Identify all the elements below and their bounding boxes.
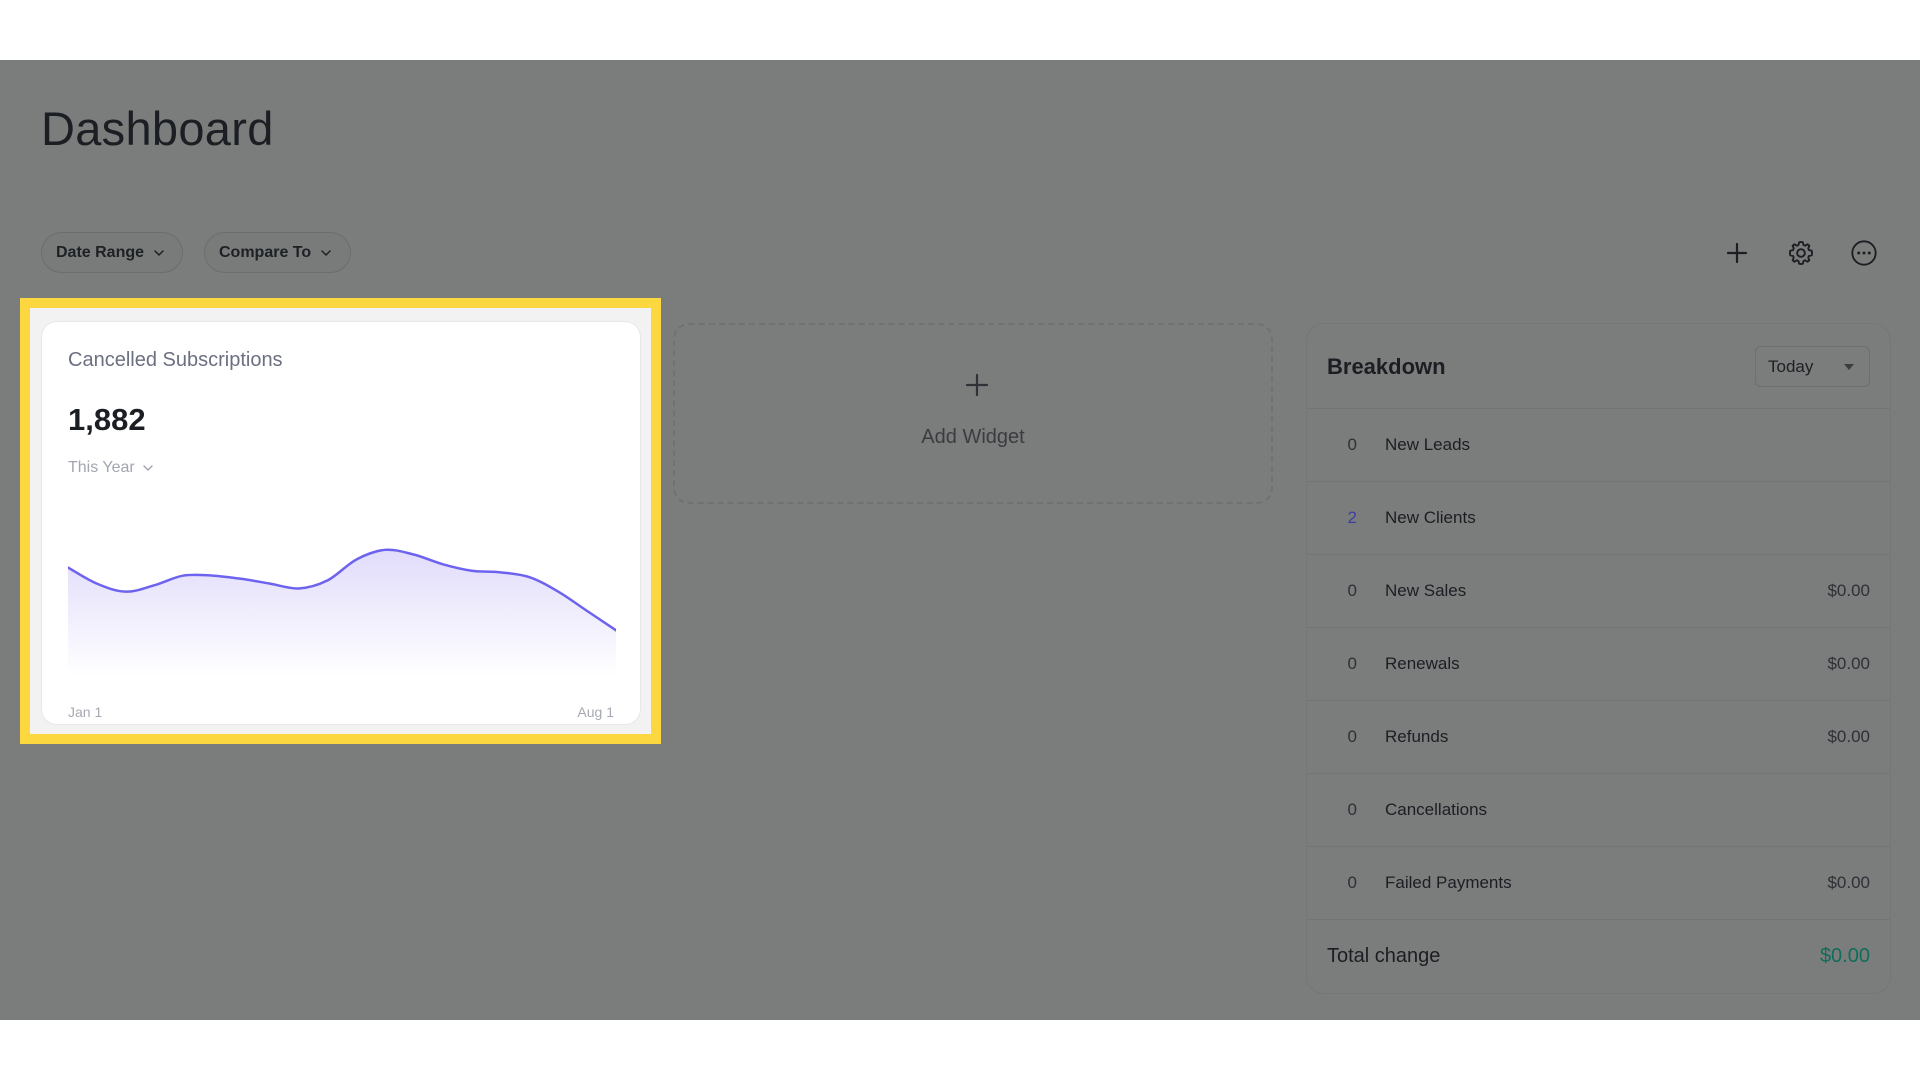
total-label: Total change xyxy=(1327,945,1441,967)
compare-to-filter[interactable]: Compare To xyxy=(204,232,351,273)
breakdown-header: Breakdown Today xyxy=(1307,324,1890,409)
breakdown-total: Total change $0.00 xyxy=(1307,921,1890,993)
breakdown-period-select[interactable]: Today xyxy=(1755,346,1870,387)
more-options-button[interactable] xyxy=(1847,236,1881,270)
widget-value: 1,882 xyxy=(68,402,146,437)
row-count: 0 xyxy=(1347,800,1357,819)
chevron-down-icon xyxy=(321,249,331,256)
compare-to-label: Compare To xyxy=(219,243,312,261)
add-button[interactable] xyxy=(1720,236,1754,270)
x-axis-start-label: Jan 1 xyxy=(68,704,103,720)
gear-icon xyxy=(1788,240,1814,266)
page-title: Dashboard xyxy=(41,102,274,155)
breakdown-row[interactable]: 0 Cancellations xyxy=(1307,774,1890,847)
caret-down-icon xyxy=(1844,364,1854,370)
period-label: This Year xyxy=(68,459,135,476)
row-count: 0 xyxy=(1347,435,1357,454)
date-range-filter[interactable]: Date Range xyxy=(41,232,183,273)
row-label: New Sales xyxy=(1385,581,1467,600)
row-label: Renewals xyxy=(1385,654,1460,673)
row-count: 2 xyxy=(1347,508,1357,527)
row-amount: $0.00 xyxy=(1827,581,1870,600)
row-count: 0 xyxy=(1347,727,1357,746)
breakdown-row[interactable]: 0 New Sales $0.00 xyxy=(1307,555,1890,628)
row-count: 0 xyxy=(1347,581,1357,600)
plus-icon xyxy=(965,373,989,397)
row-count: 0 xyxy=(1347,654,1357,673)
row-label: New Clients xyxy=(1385,508,1476,527)
row-label: Refunds xyxy=(1385,727,1449,746)
total-value: $0.00 xyxy=(1819,945,1870,967)
cancelled-subscriptions-widget[interactable]: Cancelled Subscriptions 1,882 This Year … xyxy=(41,321,641,725)
breakdown-row[interactable]: 2 New Clients xyxy=(1307,482,1890,555)
row-label: New Leads xyxy=(1385,435,1471,454)
breakdown-period-value: Today xyxy=(1768,356,1814,376)
breakdown-row[interactable]: 0 New Leads xyxy=(1307,409,1890,482)
dashboard-app: Dashboard Date Range Compare To Cancelle… xyxy=(0,60,1920,1020)
x-axis-end-label: Aug 1 xyxy=(577,704,614,720)
breakdown-title: Breakdown xyxy=(1327,354,1446,379)
breakdown-panel: Breakdown Today 0 New Leads 2 New Client… xyxy=(1306,323,1891,994)
row-label: Cancellations xyxy=(1385,800,1488,819)
breakdown-row[interactable]: 0 Renewals $0.00 xyxy=(1307,628,1890,701)
area-chart xyxy=(68,548,616,677)
settings-button[interactable] xyxy=(1784,236,1818,270)
chevron-down-icon xyxy=(154,249,164,256)
plus-icon xyxy=(1726,242,1748,264)
row-amount: $0.00 xyxy=(1827,873,1870,892)
row-amount: $0.00 xyxy=(1827,654,1870,673)
add-widget-label: Add Widget xyxy=(921,426,1025,448)
row-count: 0 xyxy=(1347,873,1357,892)
ellipsis-circle-icon xyxy=(1851,240,1877,266)
date-range-label: Date Range xyxy=(56,243,145,261)
widget-title: Cancelled Subscriptions xyxy=(68,349,283,371)
breakdown-row[interactable]: 0 Failed Payments $0.00 xyxy=(1307,847,1890,920)
add-widget-button[interactable]: Add Widget xyxy=(673,323,1273,504)
row-amount: $0.00 xyxy=(1827,727,1870,746)
period-selector[interactable]: This Year xyxy=(68,459,154,477)
chevron-down-icon xyxy=(142,465,153,471)
breakdown-row[interactable]: 0 Refunds $0.00 xyxy=(1307,701,1890,774)
page-frame: Dashboard Date Range Compare To Cancelle… xyxy=(0,0,1920,1080)
row-label: Failed Payments xyxy=(1385,873,1512,892)
